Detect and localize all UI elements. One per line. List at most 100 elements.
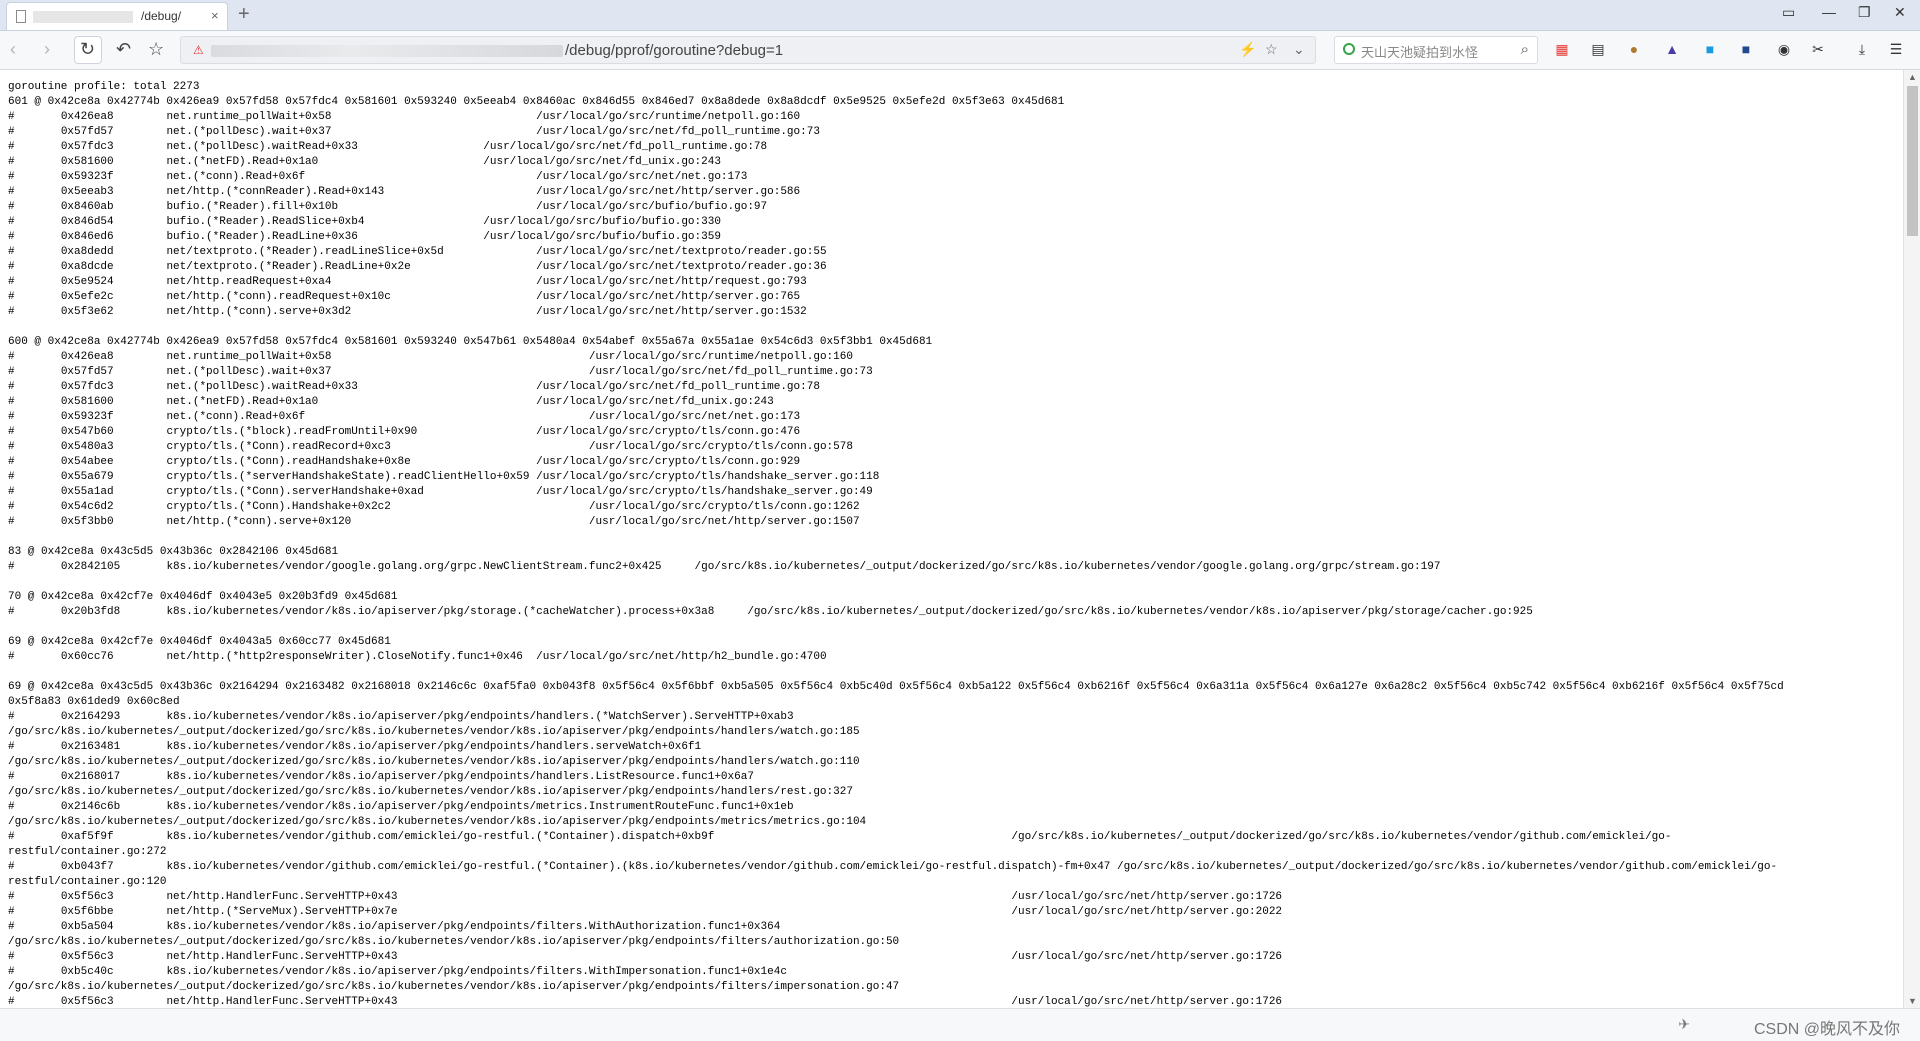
chevron-down-icon[interactable]: ⌄ — [1293, 41, 1305, 58]
stack-frame-line: # 0x5f3bb0 net/http.(*conn).serve+0x120 … — [8, 516, 860, 528]
goroutine-header-line: 69 @ 0x42ce8a 0x43c5d5 0x43b36c 0x216429… — [8, 681, 1784, 693]
pprof-goroutine-dump: goroutine profile: total 2273 601 @ 0x42… — [0, 70, 1903, 1008]
goroutine-header-line: 69 @ 0x42ce8a 0x42cf7e 0x4046df 0x4043a5… — [8, 636, 391, 648]
stack-frame-line: # 0x60cc76 net/http.(*http2responseWrite… — [8, 651, 827, 663]
scroll-thumb[interactable] — [1907, 86, 1918, 236]
goroutine-header-line: /go/src/k8s.io/kubernetes/_output/docker… — [8, 756, 860, 768]
watermark: CSDN @晚风不及你 — [1753, 1021, 1900, 1038]
stack-frame-line: # 0xa8dcde net/textproto.(*Reader).ReadL… — [8, 261, 827, 273]
stack-frame-line: # 0x846ed6 bufio.(*Reader).ReadLine+0x36… — [8, 231, 721, 243]
stack-frame-line: # 0x5f6bbe net/http.(*ServeMux).ServeHTT… — [8, 906, 1283, 918]
search-input[interactable]: 天山天池疑拍到水怪 — [1361, 42, 1478, 61]
goroutine-header-line: /go/src/k8s.io/kubernetes/_output/docker… — [8, 981, 900, 993]
stack-frame-line: # 0x2842105 k8s.io/kubernetes/vendor/goo… — [8, 561, 1441, 573]
search-icon[interactable]: ⌕ — [1521, 41, 1529, 58]
goroutine-header-line: restful/container.go:120 — [8, 876, 167, 888]
extension-p-icon[interactable]: ■ — [1700, 39, 1720, 59]
stack-frame-line: # 0x59323f net.(*conn).Read+0x6f /usr/lo… — [8, 411, 801, 423]
reader-icon[interactable]: ▤ — [1588, 39, 1608, 59]
insecure-icon: ⚠ — [193, 43, 204, 57]
search-engine-icon — [1343, 43, 1355, 55]
close-window-button[interactable]: ✕ — [1894, 4, 1906, 21]
stack-frame-line: # 0x426ea8 net.runtime_pollWait+0x58 /us… — [8, 351, 853, 363]
stack-frame-line: # 0x5f56c3 net/http.HandlerFunc.ServeHTT… — [8, 891, 1283, 903]
stack-frame-line: # 0x57fdc3 net.(*pollDesc).waitRead+0x33… — [8, 381, 820, 393]
vertical-scrollbar[interactable]: ▲ ▼ — [1903, 70, 1920, 1008]
scroll-down-icon[interactable]: ▼ — [1908, 996, 1917, 1006]
stack-frame-line: # 0xb043f7 k8s.io/kubernetes/vendor/gith… — [8, 861, 1778, 873]
stack-frame-line: # 0x54c6d2 crypto/tls.(*Conn).Handshake+… — [8, 501, 860, 513]
stack-frame-line: # 0x426ea8 net.runtime_pollWait+0x58 /us… — [8, 111, 801, 123]
menu-icon[interactable]: ☰ — [1886, 39, 1906, 59]
goroutine-header-line: 83 @ 0x42ce8a 0x43c5d5 0x43b36c 0x284210… — [8, 546, 339, 558]
forward-icon[interactable]: › — [44, 39, 50, 59]
scissors-icon[interactable]: ✂ — [1808, 39, 1828, 59]
redacted-host — [211, 45, 563, 57]
stack-frame-line: # 0xa8dedd net/textproto.(*Reader).readL… — [8, 246, 827, 258]
minimize-button[interactable]: — — [1822, 4, 1836, 20]
stack-frame-line: # 0x5f56c3 net/http.HandlerFunc.ServeHTT… — [8, 951, 1283, 963]
stack-frame-line: # 0x581600 net.(*netFD).Read+0x1a0 /usr/… — [8, 156, 721, 168]
back-icon[interactable]: ‹ — [10, 39, 16, 59]
goroutine-header-line: 601 @ 0x42ce8a 0x42774b 0x426ea9 0x57fd5… — [8, 96, 1065, 108]
stack-frame-line: # 0x2164293 k8s.io/kubernetes/vendor/k8s… — [8, 711, 794, 723]
browser-toolbar: ‹ › ↻ ↶ ☆ ⚠ /debug/pprof/goroutine?debug… — [0, 31, 1920, 70]
download-icon[interactable]: ⤓ — [1852, 39, 1872, 59]
refresh-icon[interactable]: ↻ — [80, 39, 95, 59]
extension-badge-icon[interactable]: ▲ — [1662, 39, 1682, 59]
stack-frame-line: # 0x8460ab bufio.(*Reader).fill+0x10b /u… — [8, 201, 768, 213]
tab-strip: /debug/ × + ▭ — ❐ ✕ — [0, 0, 1920, 31]
goroutine-header-line: 70 @ 0x42ce8a 0x42cf7e 0x4046df 0x4043e5… — [8, 591, 398, 603]
bookmark-star-icon[interactable]: ☆ — [1265, 41, 1278, 58]
document-icon — [16, 10, 26, 23]
profile-text: goroutine profile: total 2273 601 @ 0x42… — [0, 70, 1903, 1008]
tab-active[interactable]: /debug/ × — [6, 2, 228, 30]
undo-icon[interactable]: ↶ — [116, 39, 131, 59]
stack-frame-line: # 0x55a1ad crypto/tls.(*Conn).serverHand… — [8, 486, 873, 498]
stack-frame-line: # 0x5e9524 net/http.readRequest+0xa4 /us… — [8, 276, 807, 288]
goroutine-header-line: /go/src/k8s.io/kubernetes/_output/docker… — [8, 726, 860, 738]
tab-title: /debug/ — [141, 9, 182, 23]
stack-frame-line: # 0x57fdc3 net.(*pollDesc).waitRead+0x33… — [8, 141, 768, 153]
stack-frame-line: # 0x5efe2c net/http.(*conn).readRequest+… — [8, 291, 801, 303]
restore-button[interactable]: ❐ — [1858, 4, 1871, 21]
pin-icon: ✈ — [1678, 1016, 1690, 1032]
stack-frame-line: # 0x54abee crypto/tls.(*Conn).readHandsh… — [8, 456, 801, 468]
goroutine-header-line: goroutine profile: total 2273 — [8, 81, 200, 93]
tab-close-icon[interactable]: × — [211, 8, 219, 23]
stack-frame-line: # 0x547b60 crypto/tls.(*block).readFromU… — [8, 426, 801, 438]
tab-list-icon[interactable]: ▭ — [1782, 4, 1795, 21]
search-box[interactable]: 天山天池疑拍到水怪 ⌕ — [1334, 36, 1538, 64]
stack-frame-line: # 0x5f3e62 net/http.(*conn).serve+0x3d2 … — [8, 306, 807, 318]
new-tab-button[interactable]: + — [238, 2, 250, 26]
goroutine-header-line: 600 @ 0x42ce8a 0x42774b 0x426ea9 0x57fd5… — [8, 336, 933, 348]
stack-frame-line: # 0x20b3fd8 k8s.io/kubernetes/vendor/k8s… — [8, 606, 1533, 618]
apps-grid-icon[interactable]: ▦ — [1552, 39, 1572, 59]
stack-frame-line: # 0x2163481 k8s.io/kubernetes/vendor/k8s… — [8, 741, 702, 753]
stack-frame-line: # 0x5480a3 crypto/tls.(*Conn).readRecord… — [8, 441, 853, 453]
stack-frame-line: # 0x581600 net.(*netFD).Read+0x1a0 /usr/… — [8, 396, 774, 408]
lightning-icon[interactable]: ⚡ — [1239, 41, 1256, 58]
address-bar[interactable]: ⚠ /debug/pprof/goroutine?debug=1 ⚡ ☆ ⌄ — [180, 36, 1316, 64]
favorite-star-icon[interactable]: ☆ — [148, 39, 164, 59]
stack-frame-line: # 0x55a679 crypto/tls.(*serverHandshakeS… — [8, 471, 880, 483]
cookie-icon[interactable]: ● — [1624, 39, 1644, 59]
stack-frame-line: # 0x846d54 bufio.(*Reader).ReadSlice+0xb… — [8, 216, 721, 228]
stack-frame-line: # 0x2168017 k8s.io/kubernetes/vendor/k8s… — [8, 771, 754, 783]
stack-frame-line: # 0xaf5f9f k8s.io/kubernetes/vendor/gith… — [8, 831, 1672, 843]
scroll-up-icon[interactable]: ▲ — [1908, 72, 1917, 82]
stack-frame-line: # 0x57fd57 net.(*pollDesc).wait+0x37 /us… — [8, 366, 873, 378]
redacted-host — [33, 11, 133, 23]
status-bar: ✈ CSDN @晚风不及你 — [0, 1008, 1920, 1041]
goroutine-header-line: 0x5f8a83 0x61ded9 0x60c8ed — [8, 696, 180, 708]
goroutine-header-line: /go/src/k8s.io/kubernetes/_output/docker… — [8, 786, 853, 798]
record-icon[interactable]: ◉ — [1774, 39, 1794, 59]
pdf-icon[interactable]: ■ — [1736, 39, 1756, 59]
stack-frame-line: # 0xb5c40c k8s.io/kubernetes/vendor/k8s.… — [8, 966, 787, 978]
stack-frame-line: # 0x2146c6b k8s.io/kubernetes/vendor/k8s… — [8, 801, 794, 813]
stack-frame-line: # 0xb5a504 k8s.io/kubernetes/vendor/k8s.… — [8, 921, 781, 933]
url-path[interactable]: /debug/pprof/goroutine?debug=1 — [565, 42, 783, 59]
stack-frame-line: # 0x5eeab3 net/http.(*connReader).Read+0… — [8, 186, 801, 198]
goroutine-header-line: restful/container.go:272 — [8, 846, 167, 858]
goroutine-header-line: /go/src/k8s.io/kubernetes/_output/docker… — [8, 936, 900, 948]
